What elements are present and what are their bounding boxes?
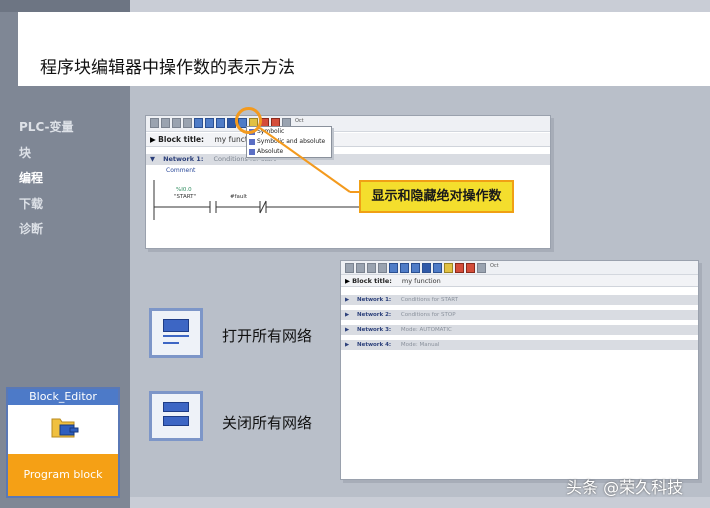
open-networks-icon-line — [163, 335, 189, 337]
expand-arrow-icon[interactable]: ▶ — [345, 312, 349, 318]
top-strip — [130, 0, 710, 12]
callout-box: 显示和隐藏绝对操作数 — [359, 180, 514, 213]
expand-arrow-icon[interactable]: ▶ — [345, 277, 350, 285]
network-label: Network 3: — [356, 327, 392, 333]
insert-network-icon[interactable] — [345, 263, 354, 273]
close-networks-icon — [163, 402, 189, 412]
close-all-networks-icon[interactable] — [400, 263, 409, 273]
program-editor-screenshot-2: Oct ▶ Block title: my function ▶ Network… — [340, 260, 699, 480]
network-label: Network 2: — [356, 312, 392, 318]
comment-label[interactable]: Comment — [166, 167, 195, 174]
contact2-slash-icon — [259, 200, 267, 214]
menu-item-absolute[interactable]: Absolute — [247, 147, 331, 157]
block-title-row: ▶ Block title: my function — [341, 275, 698, 287]
network-comment[interactable]: Mode: Manual — [401, 342, 440, 348]
title-banner: 程序块编辑器中操作数的表示方法 — [18, 12, 710, 86]
delete-network-icon[interactable] — [356, 263, 365, 273]
editor-toolbar-2: Oct — [341, 261, 698, 275]
close-networks-icon-2 — [163, 416, 189, 426]
menu-item-symbolic-and-absolute[interactable]: Symbolic and absolute — [247, 137, 331, 147]
network-row-1[interactable]: ▶ Network 1: Conditions for START — [341, 295, 698, 305]
block-editor-title: Block_Editor — [8, 389, 118, 405]
network-header[interactable]: ▼ Network 1: Conditions for start — [146, 154, 550, 165]
watermark: 头条 @荣久科技 — [566, 478, 684, 497]
contact2-name: #fault — [230, 194, 248, 200]
block-title-label: Block title: — [352, 277, 392, 285]
go-to-next-error-icon[interactable] — [466, 263, 475, 273]
network-list: ▶ Network 1: Conditions for START ▶ Netw… — [341, 295, 698, 355]
sidebar-item-programming[interactable]: 编程 — [19, 166, 74, 192]
expand-arrow-icon[interactable]: ▶ — [345, 342, 349, 348]
collapse-arrow-icon[interactable]: ▼ — [150, 155, 155, 163]
toolbar-format[interactable]: Oct — [490, 263, 499, 273]
open-networks-icon-line-2 — [163, 342, 179, 344]
absolute-operands-icon[interactable] — [422, 263, 431, 273]
block-editor-icon — [51, 418, 79, 438]
tag-info-icon[interactable] — [411, 263, 420, 273]
close-all-networks-label: 关闭所有网络 — [222, 414, 313, 432]
contact1-name: "START" — [174, 194, 197, 200]
contact1-address: %I0.0 — [176, 187, 192, 193]
network-row-3[interactable]: ▶ Network 3: Mode: AUTOMATIC — [341, 325, 698, 335]
open-all-networks-label: 打开所有网络 — [222, 327, 313, 345]
sidebar-item-blocks[interactable]: 块 — [19, 141, 74, 167]
update-block-call-icon[interactable] — [477, 263, 486, 273]
network-row-2[interactable]: ▶ Network 2: Conditions for STOP — [341, 310, 698, 320]
open-all-networks-button[interactable] — [149, 308, 203, 358]
add-row-icon[interactable] — [183, 118, 192, 128]
block-title-row: ▶ Block title: my function — [146, 133, 550, 147]
menu-item-symbolic[interactable]: Symbolic — [247, 127, 331, 137]
sidebar-item-download[interactable]: 下载 — [19, 192, 74, 218]
bottom-strip — [130, 497, 710, 508]
block-editor-card[interactable]: Block_Editor Program block — [6, 387, 120, 498]
close-all-networks-button[interactable] — [149, 391, 203, 441]
close-all-networks-icon[interactable] — [205, 118, 214, 128]
sidebar-nav: PLC-变量 块 编程 下载 诊断 — [19, 115, 74, 243]
network-comment[interactable]: Mode: AUTOMATIC — [401, 327, 452, 333]
favorites-icon[interactable] — [433, 263, 442, 273]
network-label: Network 4: — [356, 342, 392, 348]
operand-view-menu: Symbolic Symbolic and absolute Absolute — [246, 126, 332, 158]
left-nav-top — [0, 0, 130, 12]
insert-row-icon[interactable] — [172, 118, 181, 128]
editor-toolbar: Oct — [146, 116, 550, 132]
block-editor-footer: Program block — [8, 454, 118, 496]
page-title: 程序块编辑器中操作数的表示方法 — [40, 58, 295, 78]
go-to-error-icon[interactable] — [455, 263, 464, 273]
expand-arrow-icon[interactable]: ▶ — [345, 327, 349, 333]
insert-network-icon[interactable] — [150, 118, 159, 128]
block-title-value[interactable]: my function — [402, 277, 441, 285]
network-label: Network 1: — [356, 297, 392, 303]
delete-network-icon[interactable] — [161, 118, 170, 128]
sidebar-item-diagnostics[interactable]: 诊断 — [19, 217, 74, 243]
network-row-4[interactable]: ▶ Network 4: Mode: Manual — [341, 340, 698, 350]
block-title-label: Block title: — [158, 135, 205, 144]
tag-info-icon[interactable] — [216, 118, 225, 128]
network-label: Network 1: — [163, 155, 204, 163]
open-all-networks-icon[interactable] — [389, 263, 398, 273]
expand-arrow-icon[interactable]: ▶ — [150, 135, 156, 144]
open-all-networks-icon[interactable] — [194, 118, 203, 128]
insert-row-icon[interactable] — [367, 263, 376, 273]
network-comment[interactable]: Conditions for START — [401, 297, 458, 303]
comment-toggle-icon[interactable] — [444, 263, 453, 273]
network-comment[interactable]: Conditions for STOP — [401, 312, 456, 318]
expand-arrow-icon[interactable]: ▶ — [345, 297, 349, 303]
open-networks-icon — [163, 319, 189, 332]
highlight-circle — [235, 107, 262, 134]
sidebar-item-plc-tags[interactable]: PLC-变量 — [19, 115, 74, 141]
add-row-icon[interactable] — [378, 263, 387, 273]
